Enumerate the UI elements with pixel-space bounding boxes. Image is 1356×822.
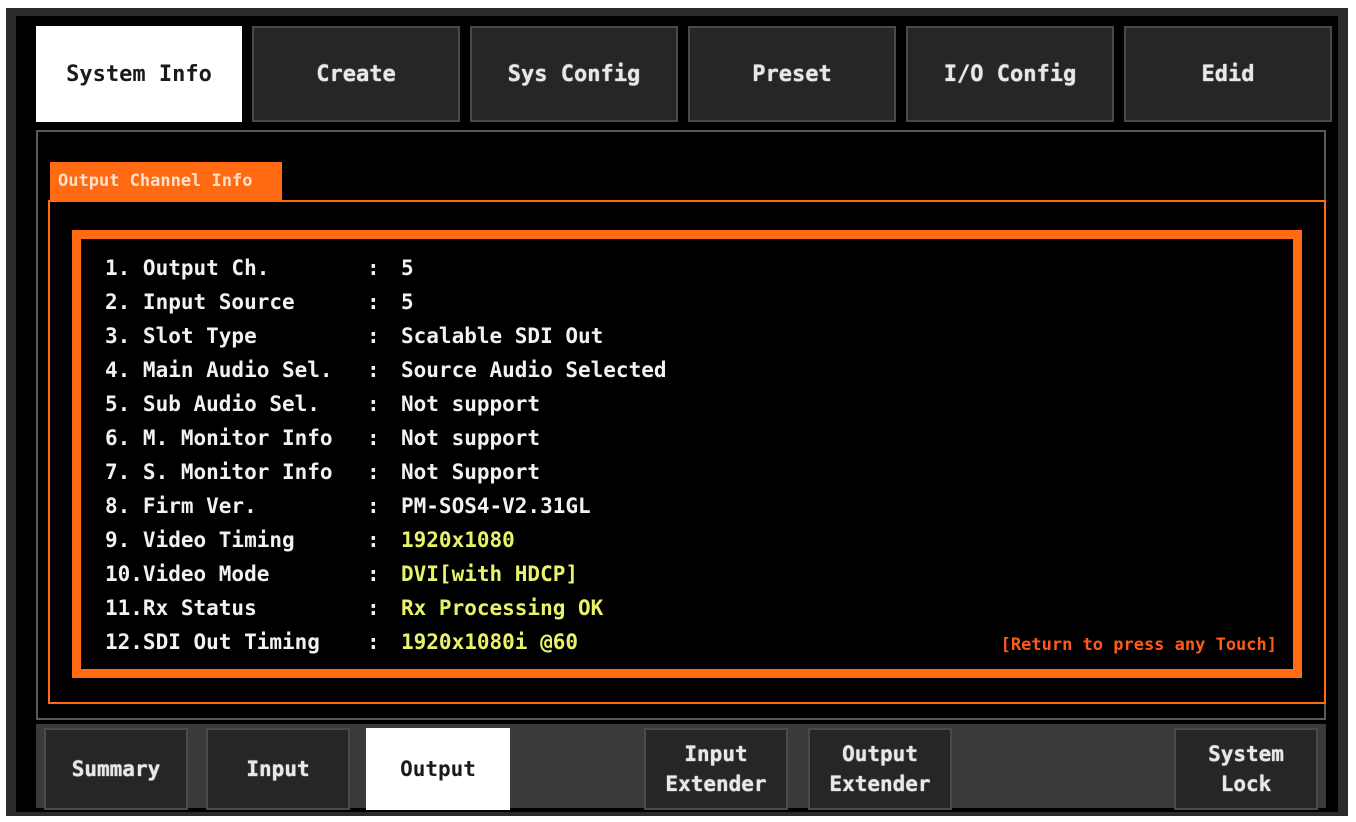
info-label: 10.Video Mode — [105, 562, 270, 586]
info-row-sdi-out-timing: 12.SDI Out Timing : 1920x1080i @60 — [105, 625, 667, 659]
section-title: Output Channel Info — [50, 162, 282, 200]
info-separator: : — [367, 528, 380, 552]
info-separator: : — [367, 392, 380, 416]
touch-screen: System Info Create Sys Config Preset I/O… — [16, 16, 1338, 812]
info-row-input-source: 2. Input Source : 5 — [105, 285, 667, 319]
tab-summary[interactable]: Summary — [44, 728, 188, 810]
info-value: Not Support — [401, 460, 541, 484]
tab-label-line1: System — [1208, 742, 1284, 766]
info-list: 1. Output Ch. : 5 2. Input Source : 5 3.… — [105, 251, 667, 659]
info-separator: : — [367, 630, 380, 654]
info-separator: : — [367, 426, 380, 450]
tab-preset[interactable]: Preset — [688, 26, 896, 122]
tab-sys-config[interactable]: Sys Config — [470, 26, 678, 122]
info-label: 3. Slot Type — [105, 324, 257, 348]
tab-label: Input — [246, 757, 310, 781]
tab-label-line2: Lock — [1220, 772, 1272, 796]
info-row-m-monitor: 6. M. Monitor Info : Not support — [105, 421, 667, 455]
info-value: 1920x1080i @60 — [401, 630, 579, 654]
info-value: 5 — [401, 256, 414, 280]
tab-create[interactable]: Create — [252, 26, 460, 122]
tab-label-line2: Extender — [665, 772, 767, 796]
info-row-video-timing: 9. Video Timing : 1920x1080 — [105, 523, 667, 557]
info-separator: : — [367, 562, 380, 586]
info-value: Not support — [401, 426, 541, 450]
tab-input[interactable]: Input — [206, 728, 350, 810]
info-separator: : — [367, 358, 380, 382]
info-separator: : — [367, 290, 380, 314]
info-label: 9. Video Timing — [105, 528, 295, 552]
info-row-main-audio: 4. Main Audio Sel. : Source Audio Select… — [105, 353, 667, 387]
info-row-video-mode: 10.Video Mode : DVI[with HDCP] — [105, 557, 667, 591]
info-label: 7. S. Monitor Info — [105, 460, 333, 484]
info-separator: : — [367, 324, 380, 348]
info-value: 1920x1080 — [401, 528, 515, 552]
info-separator: : — [367, 494, 380, 518]
info-row-s-monitor: 7. S. Monitor Info : Not Support — [105, 455, 667, 489]
info-label: 5. Sub Audio Sel. — [105, 392, 320, 416]
info-separator: : — [367, 256, 380, 280]
return-hint: [Return to press any Touch] — [1000, 635, 1277, 655]
tab-system-lock[interactable]: System Lock — [1174, 728, 1318, 810]
info-label: 6. M. Monitor Info — [105, 426, 333, 450]
tab-label-line1: Input — [684, 742, 748, 766]
info-box[interactable]: 1. Output Ch. : 5 2. Input Source : 5 3.… — [72, 230, 1302, 678]
info-value: Source Audio Selected — [401, 358, 667, 382]
info-row-rx-status: 11.Rx Status : Rx Processing OK — [105, 591, 667, 625]
info-row-sub-audio: 5. Sub Audio Sel. : Not support — [105, 387, 667, 421]
info-row-output-ch: 1. Output Ch. : 5 — [105, 251, 667, 285]
tab-io-config[interactable]: I/O Config — [906, 26, 1114, 122]
info-label: 11.Rx Status — [105, 596, 257, 620]
tab-label: Summary — [71, 757, 161, 781]
tab-label-line1: Output — [842, 742, 918, 766]
tab-edid[interactable]: Edid — [1124, 26, 1332, 122]
info-label: 4. Main Audio Sel. — [105, 358, 333, 382]
info-row-firm-ver: 8. Firm Ver. : PM-SOS4-V2.31GL — [105, 489, 667, 523]
tab-label: Output — [400, 757, 476, 781]
info-value: DVI[with HDCP] — [401, 562, 579, 586]
info-label: 2. Input Source — [105, 290, 295, 314]
content-panel: Output Channel Info 1. Output Ch. : 5 2.… — [36, 130, 1326, 720]
info-value: Rx Processing OK — [401, 596, 604, 620]
tab-input-extender[interactable]: Input Extender — [644, 728, 788, 810]
info-label: 8. Firm Ver. — [105, 494, 257, 518]
info-value: PM-SOS4-V2.31GL — [401, 494, 591, 518]
info-label: 12.SDI Out Timing — [105, 630, 320, 654]
tab-label-line2: Extender — [829, 772, 931, 796]
info-row-slot-type: 3. Slot Type : Scalable SDI Out — [105, 319, 667, 353]
info-label: 1. Output Ch. — [105, 256, 270, 280]
bottom-tab-bar: Summary Input Output Input Extender Outp… — [36, 724, 1326, 810]
info-separator: : — [367, 460, 380, 484]
device-bezel: System Info Create Sys Config Preset I/O… — [6, 8, 1348, 816]
tab-output[interactable]: Output — [366, 728, 510, 810]
info-separator: : — [367, 596, 380, 620]
info-value: Scalable SDI Out — [401, 324, 604, 348]
info-value: Not support — [401, 392, 541, 416]
tab-output-extender[interactable]: Output Extender — [808, 728, 952, 810]
info-outer-frame: 1. Output Ch. : 5 2. Input Source : 5 3.… — [48, 200, 1326, 704]
tab-system-info[interactable]: System Info — [36, 26, 242, 122]
info-value: 5 — [401, 290, 414, 314]
